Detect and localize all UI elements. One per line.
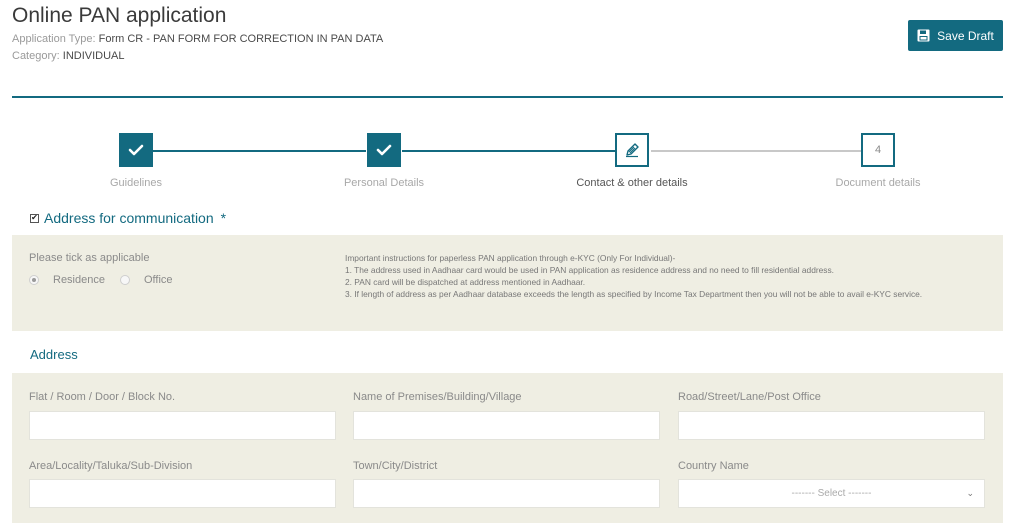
header-divider: [12, 96, 1003, 98]
step-contact-details-label: Contact & other details: [576, 177, 688, 189]
step-personal-details-label: Personal Details: [343, 177, 425, 189]
communication-title: Address for communication: [44, 210, 214, 226]
country-select[interactable]: ------- Select ------- ⌄: [678, 479, 985, 508]
office-radio[interactable]: [119, 275, 130, 285]
address-for-communication: ✔ Address for communication *: [30, 210, 226, 226]
residence-label[interactable]: Residence: [53, 274, 105, 286]
category: Category: INDIVIDUAL: [12, 50, 125, 62]
category-label: Category:: [12, 50, 60, 62]
instruction-line: Important instructions for paperless PAN…: [345, 253, 676, 263]
application-type-label: Application Type:: [12, 33, 96, 45]
pencil-icon: [626, 143, 639, 158]
step-document-details-label: Document details: [835, 177, 921, 189]
road-label: Road/Street/Lane/Post Office: [678, 391, 821, 403]
stepper-connector: [402, 150, 615, 152]
step-contact-details-marker[interactable]: [615, 133, 649, 167]
stepper-connector: [153, 150, 366, 152]
instruction-line: 2. PAN card will be dispatched at addres…: [345, 277, 586, 287]
country-label: Country Name: [678, 460, 749, 472]
stepper-connector: [651, 150, 861, 152]
office-label[interactable]: Office: [144, 274, 173, 286]
step-document-details-marker[interactable]: 4: [861, 133, 895, 167]
save-draft-label: Save Draft: [937, 28, 994, 43]
application-type-value: Form CR - PAN FORM FOR CORRECTION IN PAN…: [98, 33, 384, 45]
step-number: 4: [874, 144, 882, 156]
area-label: Area/Locality/Taluka/Sub-Division: [29, 460, 193, 472]
town-label: Town/City/District: [353, 460, 438, 472]
checkmark-icon: [128, 144, 144, 156]
communication-panel: Please tick as applicable Residence Offi…: [12, 235, 1003, 331]
page-title: Online PAN application: [12, 4, 227, 27]
tick-applicable-label: Please tick as applicable: [29, 252, 150, 264]
residence-radio[interactable]: [29, 275, 39, 285]
area-input[interactable]: [29, 479, 336, 508]
address-panel: Flat / Room / Door / Block No. Name of P…: [12, 373, 1003, 523]
application-type: Application Type: Form CR - PAN FORM FOR…: [12, 33, 383, 45]
flat-label: Flat / Room / Door / Block No.: [29, 391, 176, 403]
required-mark: *: [220, 210, 227, 226]
address-type-radio-group: Residence Office: [29, 274, 188, 286]
address-heading: Address: [30, 347, 78, 362]
premises-label: Name of Premises/Building/Village: [353, 391, 522, 403]
road-input[interactable]: [678, 411, 985, 440]
country-select-value: ------- Select -------: [791, 488, 872, 499]
step-personal-details-marker[interactable]: [367, 133, 401, 167]
step-guidelines-label: Guidelines: [110, 177, 162, 189]
premises-input[interactable]: [353, 411, 660, 440]
ekyc-instructions: Important instructions for paperless PAN…: [345, 252, 990, 300]
step-guidelines-marker[interactable]: [119, 133, 153, 167]
checkmark-icon: [376, 144, 392, 156]
floppy-disk-icon: [917, 29, 930, 42]
instruction-line: 1. The address used in Aadhaar card woul…: [345, 265, 835, 275]
instruction-line: 3. If length of address as per Aadhaar d…: [345, 289, 923, 299]
town-input[interactable]: [353, 479, 660, 508]
category-value: INDIVIDUAL: [62, 50, 125, 62]
flat-input[interactable]: [29, 411, 336, 440]
chevron-down-icon: ⌄: [966, 488, 974, 498]
save-draft-button[interactable]: Save Draft: [908, 20, 1003, 51]
communication-checkbox[interactable]: ✔: [30, 213, 39, 223]
